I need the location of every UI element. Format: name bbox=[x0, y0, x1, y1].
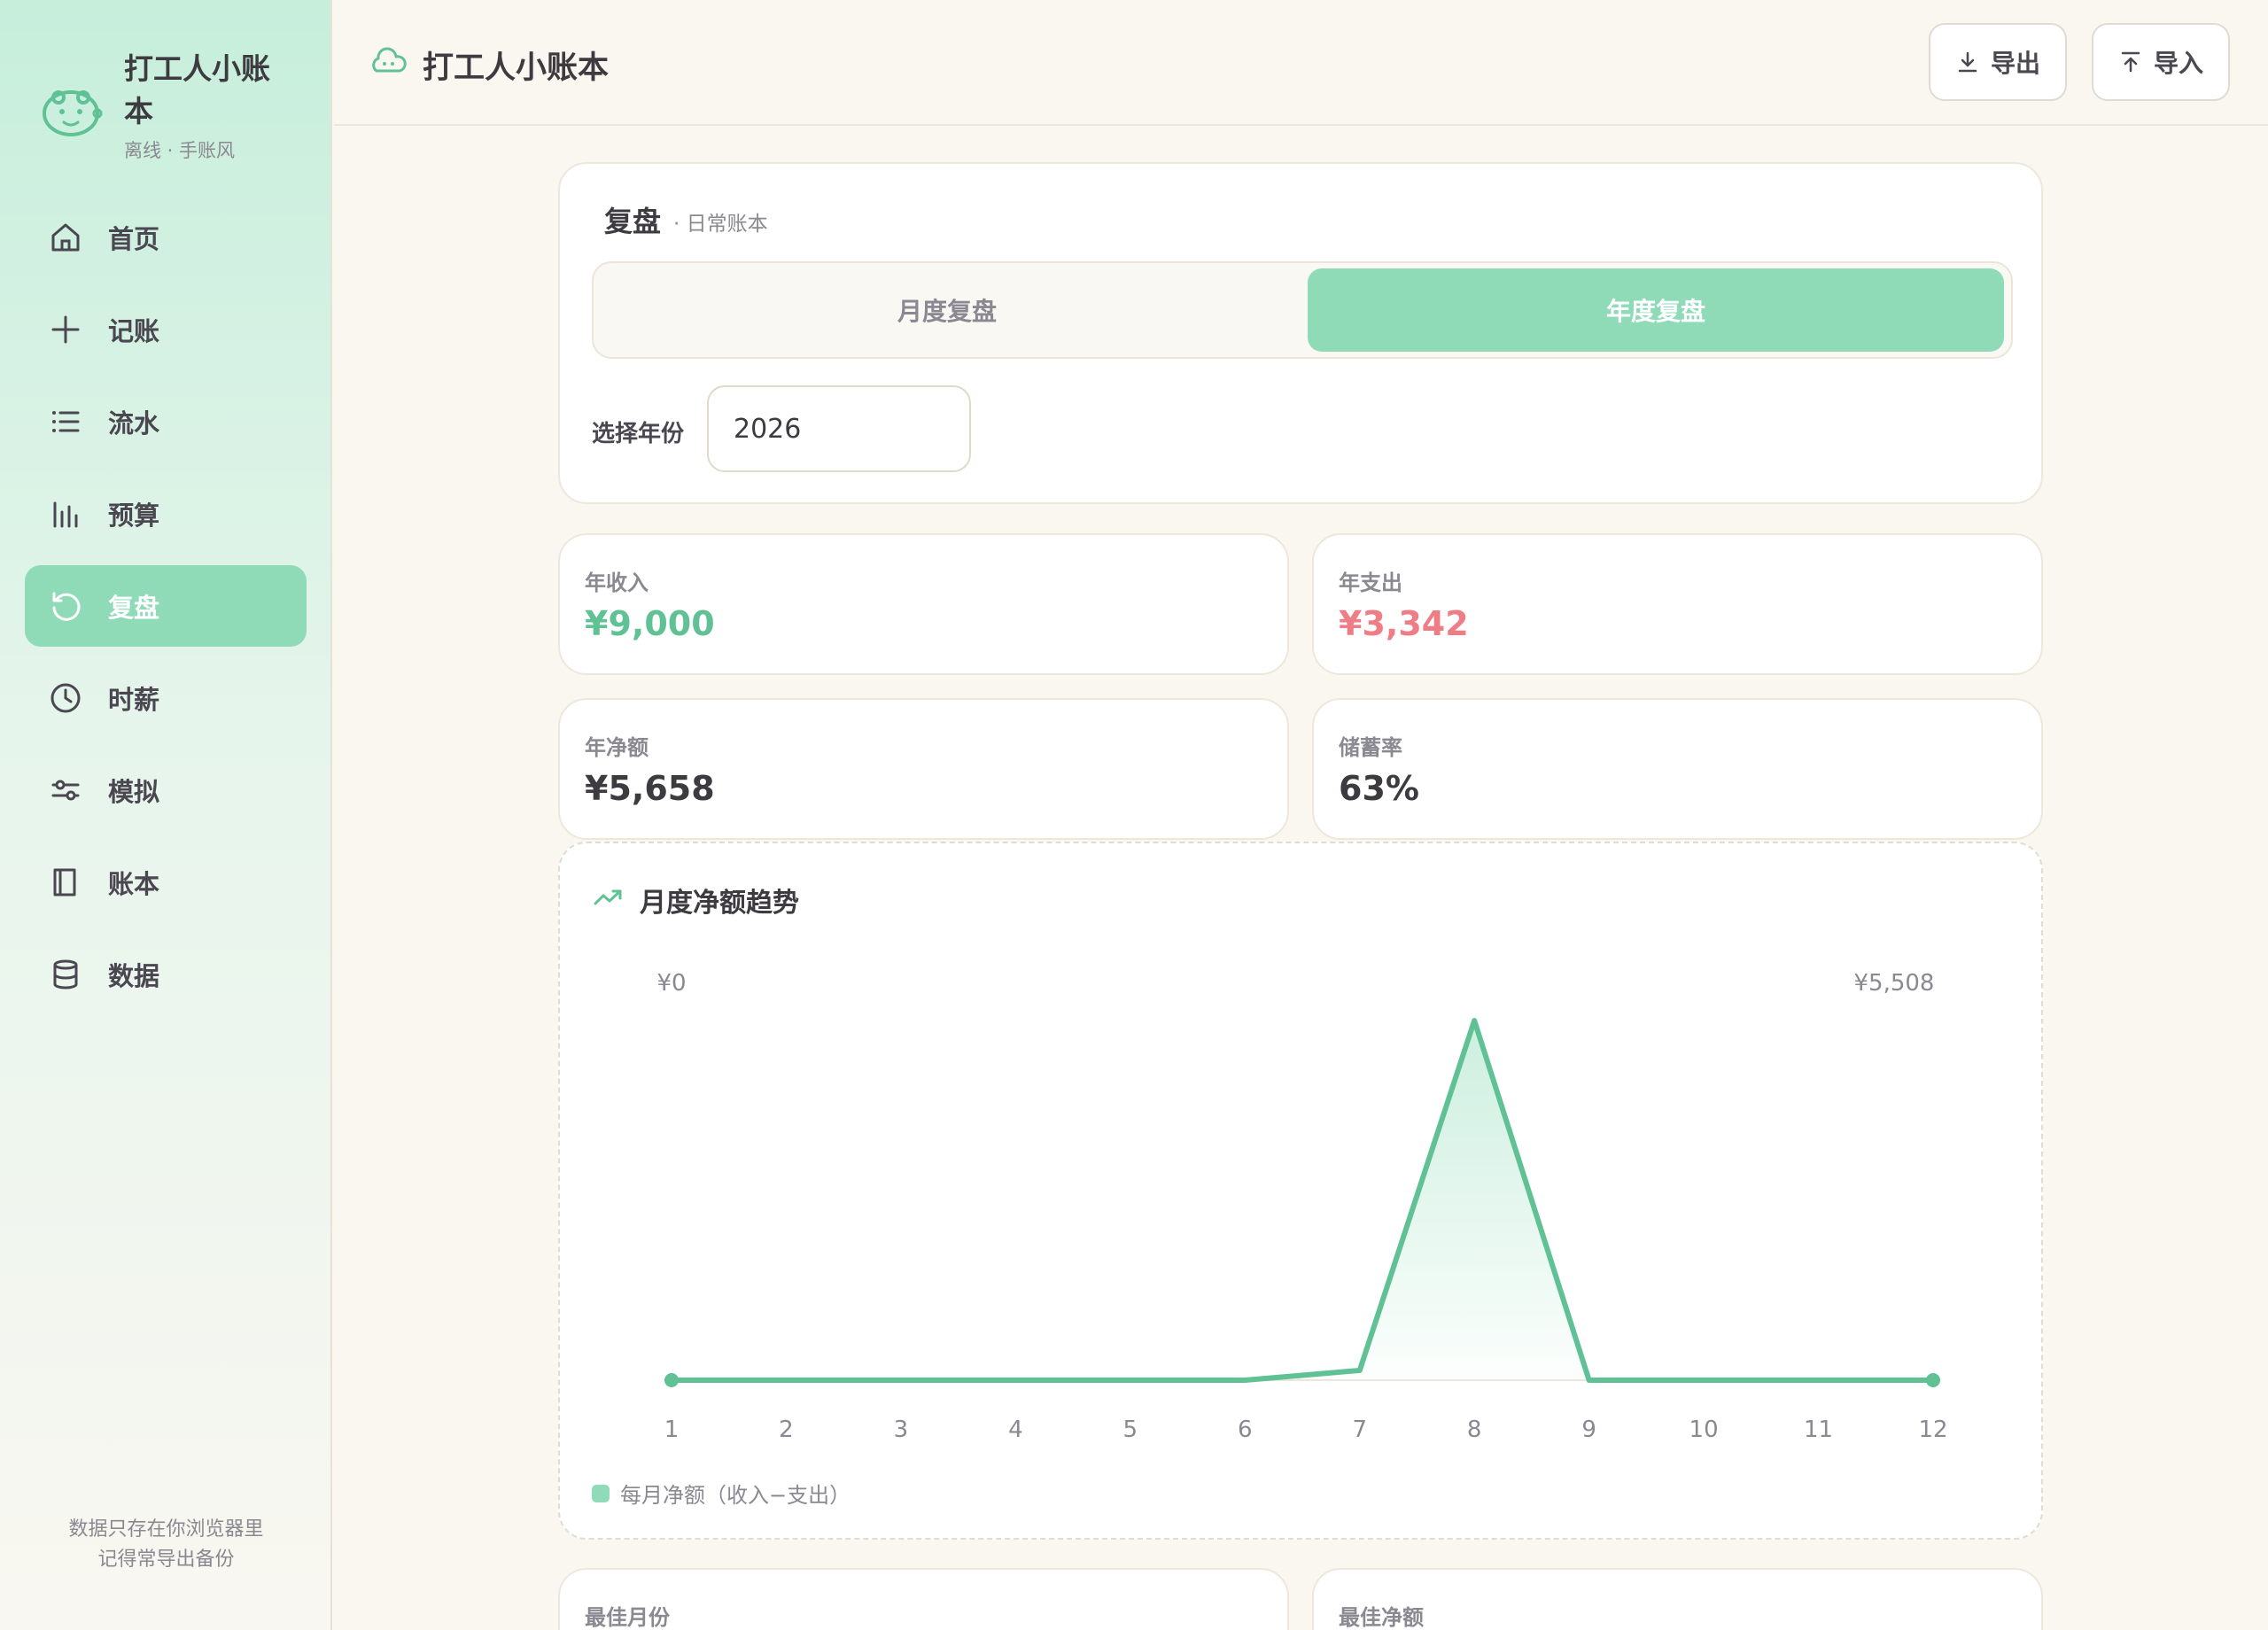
x-tick-label: 5 bbox=[1123, 1417, 1138, 1443]
x-tick-label: 11 bbox=[1804, 1417, 1833, 1443]
monthly-net-chart: ¥0 ¥5,508 1 2 3 4 5 6 7 8 9 10 11 12 bbox=[656, 970, 1947, 1443]
sidebar-nav: 首页 记账 流水 预算 复盘 时薪 模拟 账本 数据 bbox=[25, 197, 307, 1026]
sidebar-item-record[interactable]: 记账 bbox=[25, 289, 307, 370]
sidebar-item-label: 记账 bbox=[108, 316, 160, 346]
stat-card-annual-expense: 年支出 ¥3,342 bbox=[1312, 533, 2043, 675]
book-icon bbox=[48, 865, 83, 900]
series-area bbox=[672, 1021, 1933, 1380]
x-tick-label: 8 bbox=[1467, 1417, 1482, 1443]
sidebar-item-label: 复盘 bbox=[108, 593, 160, 623]
y-min-label: ¥0 bbox=[656, 970, 686, 997]
review-subtitle: · 日常账本 bbox=[673, 213, 768, 236]
tab-yearly-review[interactable]: 年度复盘 bbox=[1308, 268, 2004, 352]
sidebar-item-simulate[interactable]: 模拟 bbox=[25, 749, 307, 831]
list-icon bbox=[48, 404, 83, 439]
tab-monthly-review[interactable]: 月度复盘 bbox=[599, 268, 1295, 352]
stat-label: 年支出 bbox=[1339, 570, 1402, 595]
chart-legend: 每月净额（收入−支出） bbox=[592, 1478, 850, 1509]
database-icon bbox=[48, 957, 83, 992]
x-tick-label: 10 bbox=[1689, 1417, 1719, 1443]
sidebar-item-data[interactable]: 数据 bbox=[25, 934, 307, 1015]
plus-icon bbox=[48, 312, 83, 347]
upload-icon bbox=[2121, 51, 2140, 73]
stat-card-best-net: 最佳净额 bbox=[1312, 1568, 2043, 1630]
sidebar-item-label: 首页 bbox=[108, 224, 160, 254]
sidebar-item-review[interactable]: 复盘 bbox=[25, 565, 307, 647]
brand-title: 打工人小账本 bbox=[124, 51, 270, 128]
sliders-icon bbox=[48, 772, 83, 808]
stat-card-best-month: 最佳月份 bbox=[558, 1568, 1289, 1630]
sidebar-item-ledger-flow[interactable]: 流水 bbox=[25, 381, 307, 462]
top-header: 打工人小账本 导出 导入 bbox=[334, 0, 2268, 126]
stat-card-annual-net: 年净额 ¥5,658 bbox=[558, 698, 1289, 840]
x-tick-label: 2 bbox=[779, 1417, 794, 1443]
stat-label: 年收入 bbox=[585, 570, 649, 595]
sidebar-item-budget[interactable]: 预算 bbox=[25, 473, 307, 555]
stat-card-annual-income: 年收入 ¥9,000 bbox=[558, 533, 1289, 675]
y-max-label: ¥5,508 bbox=[1854, 970, 1935, 997]
series-line bbox=[672, 1018, 1933, 1383]
review-card: 复盘 · 日常账本 月度复盘 年度复盘 选择年份 bbox=[558, 162, 2043, 504]
refresh-icon bbox=[48, 588, 83, 624]
brand: 打工人小账本 离线 · 手账风 bbox=[41, 48, 292, 163]
x-tick-label: 4 bbox=[1008, 1417, 1023, 1443]
export-button-label: 导出 bbox=[1991, 49, 2041, 78]
sidebar-item-label: 预算 bbox=[108, 501, 160, 531]
sidebar: 打工人小账本 离线 · 手账风 首页 记账 流水 预算 复盘 时薪 模拟 账本 … bbox=[0, 0, 332, 1630]
legend-label: 每月净额（收入−支出） bbox=[620, 1483, 851, 1508]
sidebar-item-books[interactable]: 账本 bbox=[25, 842, 307, 923]
stat-label: 最佳净额 bbox=[1339, 1605, 1424, 1630]
sidebar-item-label: 时薪 bbox=[108, 685, 160, 715]
stat-value-income: ¥9,000 bbox=[585, 604, 715, 643]
sidebar-footer-line1: 数据只存在你浏览器里 bbox=[68, 1518, 264, 1541]
sidebar-item-label: 流水 bbox=[108, 408, 160, 439]
x-tick-label: 6 bbox=[1238, 1417, 1253, 1443]
monthly-net-trend-card: 月度净额趋势 ¥0 ¥5,508 1 2 3 4 5 6 7 8 9 10 11 12 每月净额（收入… bbox=[558, 842, 2043, 1540]
review-tabs: 月度复盘 年度复盘 bbox=[592, 261, 2013, 359]
sidebar-item-hourly-wage[interactable]: 时薪 bbox=[25, 657, 307, 739]
data-point bbox=[1926, 1373, 1940, 1387]
export-button[interactable]: 导出 bbox=[1929, 23, 2068, 101]
stat-label: 年净额 bbox=[585, 735, 649, 760]
import-button-label: 导入 bbox=[2154, 49, 2204, 78]
sidebar-item-home[interactable]: 首页 bbox=[25, 197, 307, 278]
review-title: 复盘 bbox=[604, 205, 662, 238]
stat-label: 最佳月份 bbox=[585, 1605, 670, 1630]
x-tick-label: 3 bbox=[894, 1417, 909, 1443]
stat-value-savings-rate: 63% bbox=[1339, 769, 1419, 808]
sidebar-item-label: 账本 bbox=[108, 869, 160, 899]
bar-chart-icon bbox=[48, 496, 83, 532]
data-point bbox=[664, 1373, 679, 1387]
header-title: 打工人小账本 bbox=[423, 50, 610, 86]
smiley-face-icon bbox=[43, 90, 103, 136]
x-tick-label: 7 bbox=[1352, 1417, 1367, 1443]
legend-swatch bbox=[592, 1484, 610, 1502]
sidebar-item-label: 模拟 bbox=[108, 777, 160, 807]
stat-value-net: ¥5,658 bbox=[585, 769, 715, 808]
x-tick-label: 9 bbox=[1581, 1417, 1596, 1443]
x-tick-label: 1 bbox=[664, 1417, 680, 1443]
year-select-label: 选择年份 bbox=[592, 421, 685, 447]
download-icon bbox=[1958, 51, 1977, 73]
cloud-face-icon bbox=[372, 47, 407, 73]
stat-card-savings-rate: 储蓄率 63% bbox=[1312, 698, 2043, 840]
sidebar-footer: 数据只存在你浏览器里 记得常导出备份 bbox=[0, 1515, 332, 1575]
home-icon bbox=[48, 220, 83, 255]
import-button[interactable]: 导入 bbox=[2092, 23, 2231, 101]
clock-icon bbox=[48, 680, 83, 716]
x-tick-label: 12 bbox=[1918, 1417, 1947, 1443]
year-input[interactable] bbox=[707, 385, 971, 472]
sidebar-footer-line2: 记得常导出备份 bbox=[97, 1548, 235, 1571]
stat-value-expense: ¥3,342 bbox=[1339, 604, 1469, 643]
sidebar-item-label: 数据 bbox=[108, 961, 160, 991]
stat-label: 储蓄率 bbox=[1339, 735, 1402, 760]
brand-subtitle: 离线 · 手账风 bbox=[124, 140, 236, 161]
